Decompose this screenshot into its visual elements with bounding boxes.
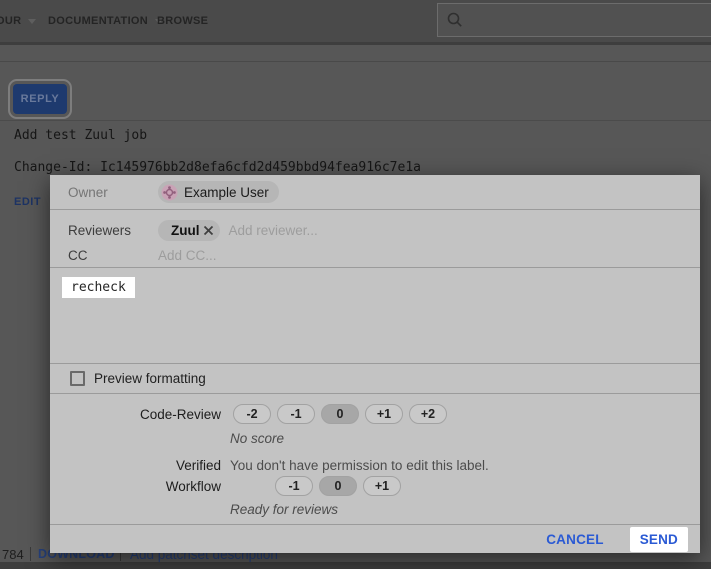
nav-item-browse[interactable]: BROWSE: [157, 15, 208, 27]
preview-formatting-row: Preview formatting: [50, 364, 700, 393]
code-review-vote-0[interactable]: 0: [321, 404, 359, 424]
dialog-footer: CANCEL SEND: [50, 525, 700, 553]
top-nav-bar: OUR DOCUMENTATION BROWSE: [0, 0, 711, 45]
label-name: Code-Review: [50, 407, 221, 422]
people-section: Reviewers Zuul Add reviewer... CC Add CC…: [50, 210, 700, 267]
commit-message-change-id: Change-Id: Ic145976bb2d8efa6cfd2d459bbd9…: [14, 160, 421, 175]
workflow-note: Ready for reviews: [230, 502, 338, 517]
workflow-vote-0[interactable]: 0: [319, 476, 357, 496]
cc-label: CC: [68, 248, 158, 263]
nav-item-your[interactable]: OUR: [0, 15, 36, 27]
verified-permission-text: You don't have permission to edit this l…: [230, 458, 489, 473]
code-review-row: Code-Review -2 -1 0 +1 +2: [50, 403, 700, 425]
avatar: [161, 184, 178, 201]
nav-item-label: BROWSE: [157, 15, 208, 27]
reviewer-name: Zuul: [171, 223, 200, 238]
code-review-note-row: No score: [50, 429, 700, 447]
reviewers-label: Reviewers: [68, 223, 158, 238]
verified-row: Verified You don't have permission to ed…: [50, 456, 700, 474]
separator: [30, 547, 31, 561]
preview-formatting-checkbox[interactable]: [70, 371, 85, 386]
search-input[interactable]: [437, 3, 711, 37]
commit-message-title: Add test Zuul job: [14, 128, 147, 143]
page-bottom-strip: [0, 562, 711, 569]
reviewers-row: Reviewers Zuul Add reviewer...: [50, 216, 700, 244]
code-review-vote-plus1[interactable]: +1: [365, 404, 403, 424]
reply-dialog: Owner Example User Reviewers Zuul: [50, 175, 700, 553]
cancel-button[interactable]: CANCEL: [540, 531, 609, 548]
code-review-note: No score: [230, 431, 284, 446]
section-divider: [0, 61, 711, 62]
owner-name: Example User: [184, 185, 269, 200]
workflow-note-row: Ready for reviews: [50, 500, 700, 518]
section-divider: [0, 120, 711, 121]
nav-item-documentation[interactable]: DOCUMENTATION: [48, 15, 163, 27]
labels-section: Code-Review -2 -1 0 +1 +2 No score Verif…: [50, 394, 700, 524]
workflow-row: Workflow -1 0 +1: [50, 476, 700, 496]
code-review-vote-plus2[interactable]: +2: [409, 404, 447, 424]
nav-item-label: DOCUMENTATION: [48, 15, 148, 27]
add-reviewer-input[interactable]: Add reviewer...: [229, 223, 318, 238]
code-review-vote-minus2[interactable]: -2: [233, 404, 271, 424]
edit-link[interactable]: EDIT: [14, 196, 41, 208]
remove-reviewer-icon[interactable]: [202, 224, 215, 237]
caret-down-icon: [28, 19, 36, 24]
search-icon: [446, 11, 464, 29]
reply-message-text: recheck: [62, 277, 135, 298]
send-button[interactable]: SEND: [630, 527, 688, 552]
reviewer-chip-zuul[interactable]: Zuul: [158, 220, 220, 241]
owner-chip[interactable]: Example User: [158, 181, 279, 203]
owner-label: Owner: [68, 185, 158, 200]
nav-item-label: OUR: [0, 15, 21, 27]
label-name: Workflow: [50, 479, 221, 494]
code-review-vote-minus1[interactable]: -1: [277, 404, 315, 424]
owner-row: Owner Example User: [50, 175, 700, 209]
label-name: Verified: [50, 458, 221, 473]
cc-row: CC Add CC...: [50, 244, 700, 267]
add-cc-input[interactable]: Add CC...: [158, 248, 217, 263]
workflow-vote-plus1[interactable]: +1: [363, 476, 401, 496]
patchset-number: 784: [2, 547, 24, 562]
preview-formatting-label: Preview formatting: [94, 371, 206, 386]
reply-button[interactable]: REPLY: [13, 84, 67, 114]
reply-message-textarea[interactable]: recheck: [50, 268, 700, 363]
workflow-vote-minus1[interactable]: -1: [275, 476, 313, 496]
